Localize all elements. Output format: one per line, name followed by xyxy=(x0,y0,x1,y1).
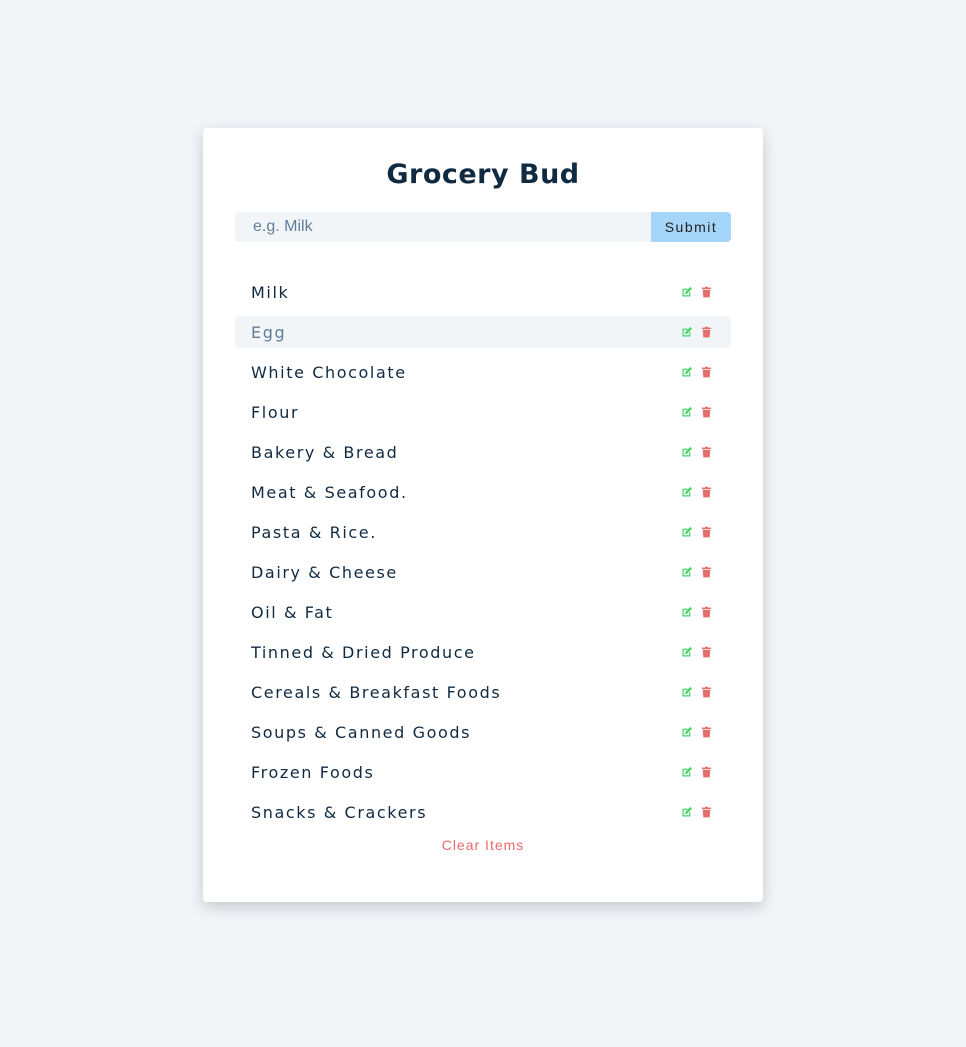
list-item: Pasta & Rice. xyxy=(235,516,731,548)
trash-icon[interactable] xyxy=(700,406,713,419)
trash-icon[interactable] xyxy=(700,486,713,499)
list-item: Flour xyxy=(235,396,731,428)
edit-icon[interactable] xyxy=(680,526,693,539)
item-title: Cereals & Breakfast Foods xyxy=(251,682,502,702)
item-actions xyxy=(680,806,715,819)
item-title: Bakery & Bread xyxy=(251,442,399,462)
list-item: Dairy & Cheese xyxy=(235,556,731,588)
edit-icon[interactable] xyxy=(680,286,693,299)
item-actions xyxy=(680,686,715,699)
list-item: Milk xyxy=(235,276,731,308)
item-actions xyxy=(680,286,715,299)
grocery-list: Milk Egg White Chocolate Flour Bakery & Brea… xyxy=(235,276,731,828)
item-actions xyxy=(680,326,715,339)
list-item: Egg xyxy=(235,316,731,348)
submit-button[interactable]: Submit xyxy=(651,212,731,242)
item-title: Milk xyxy=(251,282,290,302)
list-item: Bakery & Bread xyxy=(235,436,731,468)
list-item: White Chocolate xyxy=(235,356,731,388)
list-item: Cereals & Breakfast Foods xyxy=(235,676,731,708)
item-actions xyxy=(680,606,715,619)
list-item: Frozen Foods xyxy=(235,756,731,788)
trash-icon[interactable] xyxy=(700,566,713,579)
edit-icon[interactable] xyxy=(680,566,693,579)
edit-icon[interactable] xyxy=(680,486,693,499)
edit-icon[interactable] xyxy=(680,366,693,379)
edit-icon[interactable] xyxy=(680,326,693,339)
item-actions xyxy=(680,526,715,539)
grocery-card: Grocery Bud Submit Milk Egg White Chocolat… xyxy=(203,128,763,902)
trash-icon[interactable] xyxy=(700,286,713,299)
list-item: Oil & Fat xyxy=(235,596,731,628)
edit-icon[interactable] xyxy=(680,606,693,619)
edit-icon[interactable] xyxy=(680,646,693,659)
trash-icon[interactable] xyxy=(700,526,713,539)
item-actions xyxy=(680,646,715,659)
item-title: Soups & Canned Goods xyxy=(251,722,472,742)
item-title: Frozen Foods xyxy=(251,762,375,782)
trash-icon[interactable] xyxy=(700,606,713,619)
list-item: Meat & Seafood. xyxy=(235,476,731,508)
clear-items-button[interactable]: Clear Items xyxy=(436,836,531,854)
trash-icon[interactable] xyxy=(700,366,713,379)
item-title: Egg xyxy=(251,322,287,342)
item-actions xyxy=(680,406,715,419)
page-title: Grocery Bud xyxy=(386,159,580,190)
item-actions xyxy=(680,486,715,499)
item-title: Snacks & Crackers xyxy=(251,802,428,822)
item-actions xyxy=(680,446,715,459)
trash-icon[interactable] xyxy=(700,686,713,699)
item-actions xyxy=(680,366,715,379)
grocery-form: Submit xyxy=(235,212,731,242)
trash-icon[interactable] xyxy=(700,446,713,459)
edit-icon[interactable] xyxy=(680,766,693,779)
item-title: White Chocolate xyxy=(251,362,407,382)
edit-icon[interactable] xyxy=(680,406,693,419)
trash-icon[interactable] xyxy=(700,766,713,779)
list-item: Soups & Canned Goods xyxy=(235,716,731,748)
list-item: Tinned & Dried Produce xyxy=(235,636,731,668)
trash-icon[interactable] xyxy=(700,726,713,739)
edit-icon[interactable] xyxy=(680,726,693,739)
item-actions xyxy=(680,766,715,779)
item-title: Pasta & Rice. xyxy=(251,522,377,542)
item-title: Dairy & Cheese xyxy=(251,562,398,582)
trash-icon[interactable] xyxy=(700,646,713,659)
item-title: Flour xyxy=(251,402,300,422)
trash-icon[interactable] xyxy=(700,326,713,339)
item-title: Tinned & Dried Produce xyxy=(251,642,476,662)
item-actions xyxy=(680,566,715,579)
trash-icon[interactable] xyxy=(700,806,713,819)
item-title: Oil & Fat xyxy=(251,602,334,622)
list-item: Snacks & Crackers xyxy=(235,796,731,828)
item-title: Meat & Seafood. xyxy=(251,482,408,502)
edit-icon[interactable] xyxy=(680,446,693,459)
grocery-input[interactable] xyxy=(235,212,651,242)
edit-icon[interactable] xyxy=(680,806,693,819)
item-actions xyxy=(680,726,715,739)
edit-icon[interactable] xyxy=(680,686,693,699)
